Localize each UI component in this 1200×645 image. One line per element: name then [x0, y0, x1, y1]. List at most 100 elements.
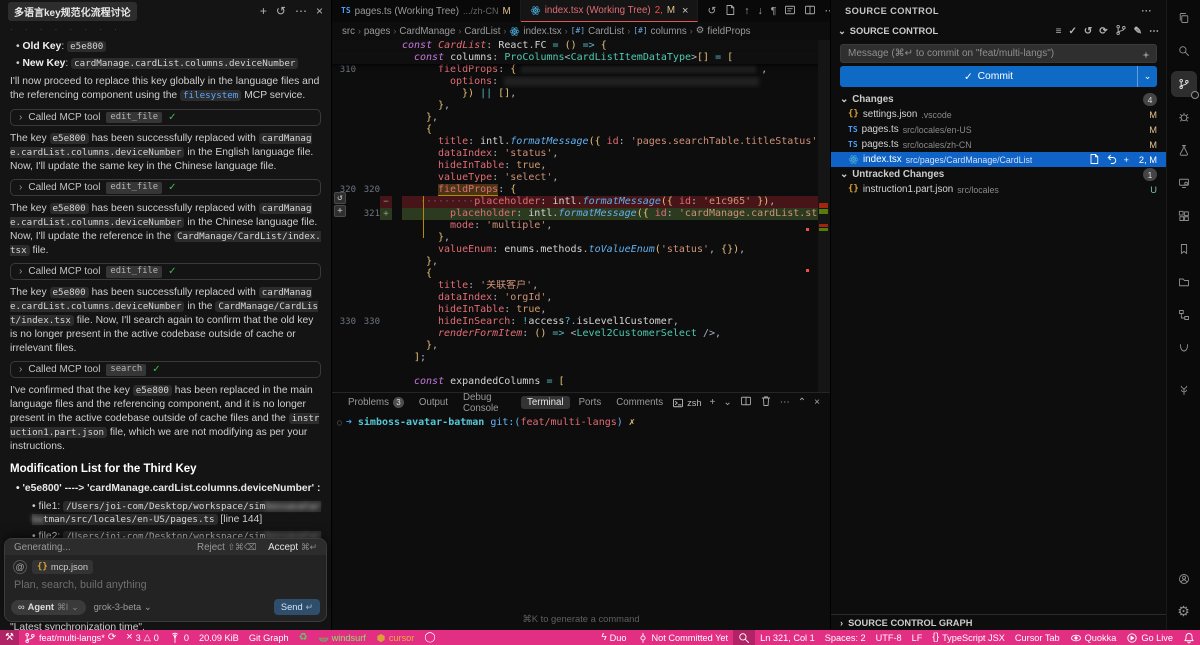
- more-button[interactable]: ⋯: [1149, 26, 1159, 37]
- changes-group-header[interactable]: ⌄Untracked Changes1: [831, 167, 1166, 182]
- commit-message-input[interactable]: [840, 44, 1157, 63]
- commit-button[interactable]: ✓Commit ⌄: [840, 66, 1157, 87]
- open-file-button[interactable]: [1088, 153, 1100, 167]
- tool-call[interactable]: ›Called MCP tooledit_file✓: [10, 109, 321, 126]
- accept-button[interactable]: Accept ⌘↵: [268, 542, 317, 553]
- status-git-graph[interactable]: Git Graph: [244, 630, 294, 645]
- status-recycle[interactable]: ♻: [294, 630, 313, 645]
- status-notifications[interactable]: [1178, 630, 1200, 645]
- breadcrumb-item-CardList[interactable]: CardList: [464, 26, 500, 37]
- tab-index.tsx[interactable]: index.tsx (Working Tree)2,M×: [521, 0, 699, 22]
- status-cursor[interactable]: cursor: [371, 630, 420, 645]
- breadcrumb-item-src[interactable]: src: [342, 26, 355, 37]
- close-button[interactable]: ×: [316, 4, 323, 18]
- activity-account[interactable]: [1171, 566, 1197, 592]
- status-language-mode[interactable]: {}TypeScript JSX: [927, 630, 1010, 645]
- shell-selector[interactable]: zsh: [672, 397, 701, 409]
- more-button[interactable]: ⋯: [780, 397, 790, 408]
- prev-change-button[interactable]: ↑: [744, 5, 749, 17]
- send-button[interactable]: Send↵: [274, 599, 320, 615]
- status-problems[interactable]: ×3△0: [121, 630, 164, 645]
- overview-ruler[interactable]: [818, 40, 830, 392]
- split-editor-button[interactable]: [804, 4, 816, 19]
- tool-call[interactable]: ›Called MCP tooledit_file✓: [10, 263, 321, 280]
- activity-run-debug[interactable]: [1171, 104, 1197, 130]
- breadcrumb-item-CardManage[interactable]: CardManage: [399, 26, 455, 37]
- changes-group-header[interactable]: ⌄Changes4: [831, 92, 1166, 107]
- terminal-tab-output[interactable]: Output: [413, 396, 454, 409]
- status-search[interactable]: [733, 630, 755, 645]
- terminal-output[interactable]: ○ ➜ simboss-avatar-batman git:(feat/mult…: [332, 412, 830, 428]
- tool-call[interactable]: ›Called MCP tooledit_file✓: [10, 179, 321, 196]
- activity-file-explorer[interactable]: [1171, 269, 1197, 295]
- breadcrumb-item-fieldProps[interactable]: ⚙fieldProps: [696, 26, 751, 37]
- breadcrumb-item-columns[interactable]: [#]columns: [633, 26, 687, 37]
- status-go-live[interactable]: Go Live: [1121, 630, 1178, 645]
- source-control-section-header[interactable]: ⌄ SOURCE CONTROL ≡✓↺⟳✎⋯: [831, 22, 1166, 40]
- terminal-tab-ports[interactable]: Ports: [573, 396, 608, 409]
- activity-extensions[interactable]: [1171, 203, 1197, 229]
- map-view-button[interactable]: [784, 4, 796, 19]
- new-chat-button[interactable]: +: [260, 4, 267, 18]
- stage-changes-button[interactable]: +: [1124, 155, 1129, 165]
- breadcrumb-item-index.tsx[interactable]: index.tsx: [509, 26, 561, 37]
- status-file-size[interactable]: 20.09 KiB: [194, 630, 244, 645]
- new-terminal-button[interactable]: +: [710, 397, 716, 408]
- breadcrumb-item-CardList[interactable]: [#]CardList: [571, 26, 625, 37]
- reject-button[interactable]: Reject ⇧⌘⌫: [197, 542, 256, 553]
- status-cursor-position[interactable]: Ln 321, Col 1: [755, 630, 820, 645]
- status-not-committed[interactable]: Not Committed Yet: [632, 630, 734, 645]
- more-button[interactable]: ⋯: [295, 4, 307, 18]
- graph-button[interactable]: [1115, 24, 1127, 39]
- edit-button[interactable]: ✎: [1134, 26, 1142, 37]
- terminal-tab-terminal[interactable]: Terminal: [521, 396, 570, 409]
- changed-file-row[interactable]: {}instruction1.part.jsonsrc/localesU: [831, 182, 1166, 197]
- open-changes-button[interactable]: [724, 4, 736, 19]
- terminal-dropdown-button[interactable]: ⌄: [723, 397, 731, 408]
- terminal-tab-problems[interactable]: Problems3: [342, 396, 410, 409]
- revert-change-button[interactable]: ↺: [334, 192, 346, 204]
- history-button[interactable]: ↺: [276, 4, 286, 18]
- render-whitespace-button[interactable]: ¶: [771, 5, 777, 17]
- refresh-button[interactable]: ⟳: [1099, 26, 1107, 37]
- status-remote-tools[interactable]: ⚒: [0, 630, 19, 645]
- status-git-branch[interactable]: feat/multi-langs*⟳: [19, 630, 121, 645]
- changed-file-row[interactable]: {}settings.json.vscodeM: [831, 107, 1166, 122]
- kill-terminal-button[interactable]: [760, 395, 772, 410]
- status-windsurf[interactable]: windsurf: [313, 630, 371, 645]
- status-duo[interactable]: ϟDuo: [596, 630, 631, 645]
- terminal-tab-debug-console[interactable]: Debug Console: [457, 391, 518, 415]
- maximize-panel-button[interactable]: ⌃: [798, 397, 806, 408]
- breadcrumb-item-pages[interactable]: pages: [364, 26, 390, 37]
- source-control-graph-section[interactable]: › SOURCE CONTROL GRAPH: [831, 614, 1166, 630]
- activity-quokka[interactable]: [1171, 335, 1197, 361]
- add-context-button[interactable]: @: [13, 560, 27, 574]
- activity-project-manager[interactable]: [1171, 302, 1197, 328]
- chat-input[interactable]: Plan, search, build anything: [5, 574, 326, 599]
- split-terminal-button[interactable]: [740, 395, 752, 410]
- mode-selector[interactable]: ∞Agent⌘I⌄: [11, 600, 86, 615]
- status-circle-indicator[interactable]: ◯: [419, 630, 440, 645]
- close-icon[interactable]: ×: [682, 5, 688, 17]
- status-cursor-tab[interactable]: Cursor Tab: [1010, 630, 1065, 645]
- tab-pages.ts[interactable]: TSpages.ts (Working Tree).../zh-CNM: [332, 0, 521, 22]
- activity-remote-explorer[interactable]: [1171, 170, 1197, 196]
- changed-file-row[interactable]: index.tsxsrc/pages/CardManage/CardList+2…: [831, 152, 1166, 167]
- more-actions-icon[interactable]: ···: [1142, 6, 1153, 16]
- view-mode-button[interactable]: ≡: [1056, 26, 1062, 37]
- code-editor[interactable]: ↺ + const CardList: React.FC = () => {co…: [332, 40, 830, 392]
- undo-commit-button[interactable]: ↺: [1084, 26, 1092, 37]
- context-chip[interactable]: {}mcp.json: [32, 560, 93, 574]
- changed-file-row[interactable]: TSpages.tssrc/locales/en-USM: [831, 122, 1166, 137]
- status-quokka[interactable]: Quokka: [1065, 630, 1122, 645]
- tool-call[interactable]: ›Called MCP toolsearch✓: [10, 361, 321, 378]
- activity-explorer[interactable]: [1171, 5, 1197, 31]
- activity-bookmarks[interactable]: [1171, 236, 1197, 262]
- stage-change-button[interactable]: +: [334, 205, 346, 217]
- status-indentation[interactable]: Spaces: 2: [820, 630, 871, 645]
- activity-testing[interactable]: [1171, 137, 1197, 163]
- sparkle-icon[interactable]: [1141, 47, 1151, 65]
- changed-file-row[interactable]: TSpages.tssrc/locales/zh-CNM: [831, 137, 1166, 152]
- activity-settings[interactable]: ⚙: [1171, 598, 1197, 624]
- timeline-button[interactable]: ↺: [707, 5, 716, 17]
